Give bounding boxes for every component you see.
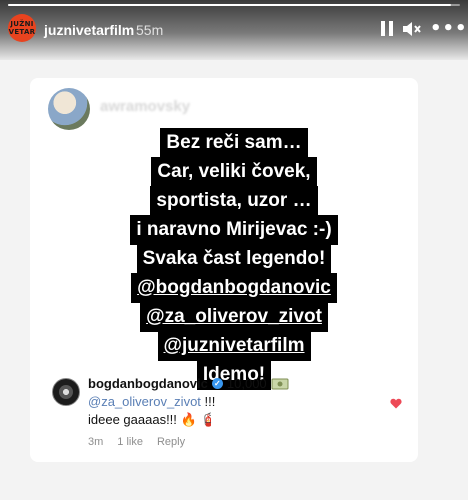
heart-icon[interactable] [390,396,402,414]
pause-icon[interactable] [376,18,398,40]
comment-likes[interactable]: 1 like [117,436,143,448]
text-line: i naravno Mirijevac :-) [130,215,338,245]
profile-avatar[interactable]: JUŽNI VETAR [8,14,36,42]
text-line: Bez reči sam… [160,128,308,158]
original-poster-username: awramovsky [100,98,191,115]
original-poster-avatar [48,88,90,130]
more-icon[interactable]: ••• [430,18,467,40]
logo-line-2: VETAR [8,28,36,36]
comment: bogdanbogdanovic ✓ 10,000 @za_oliverov_z… [52,370,432,450]
comment-mention[interactable]: @za_oliverov_zivot [88,394,201,409]
comment-line-1: @za_oliverov_zivot !!! [88,394,215,409]
story-text-block: Bez reči sam… Car, veliki čovek, sportis… [0,128,468,390]
story-time: 55m [136,22,164,38]
reply-button[interactable]: Reply [157,436,185,448]
mention-bogdanbogdanovic[interactable]: @bogdanbogdanovic [131,273,337,303]
mention-juznivetarfilm[interactable]: @juznivetarfilm [157,331,311,361]
story-header: JUŽNI VETAR juznivetarfilm 55m ••• [0,0,468,60]
commenter-avatar[interactable] [52,378,80,406]
text-line: Car, veliki čovek, [151,157,317,187]
text-line: Svaka čast legendo! [136,244,332,274]
story-username[interactable]: juznivetarfilm [44,22,134,38]
commenter-username[interactable]: bogdanbogdanovic [88,376,208,391]
verified-icon: ✓ [211,378,223,389]
story-progress-bar [8,4,460,6]
mention-za-oliverov-zivot[interactable]: @za_oliverov_zivot [140,302,328,332]
logo-line-1: JUŽNI [10,20,34,28]
comment-time: 3m [88,436,104,448]
mute-icon[interactable] [400,18,422,40]
money-icon [271,378,289,389]
story-progress-fill [8,4,451,6]
text-line: sportista, uzor … [150,186,318,216]
comment-text: ideee gaaaas!!! 🔥 🧯 [88,412,217,427]
comment-mention-suffix: !!! [200,394,216,409]
comment-number: 10,000 [226,376,267,391]
